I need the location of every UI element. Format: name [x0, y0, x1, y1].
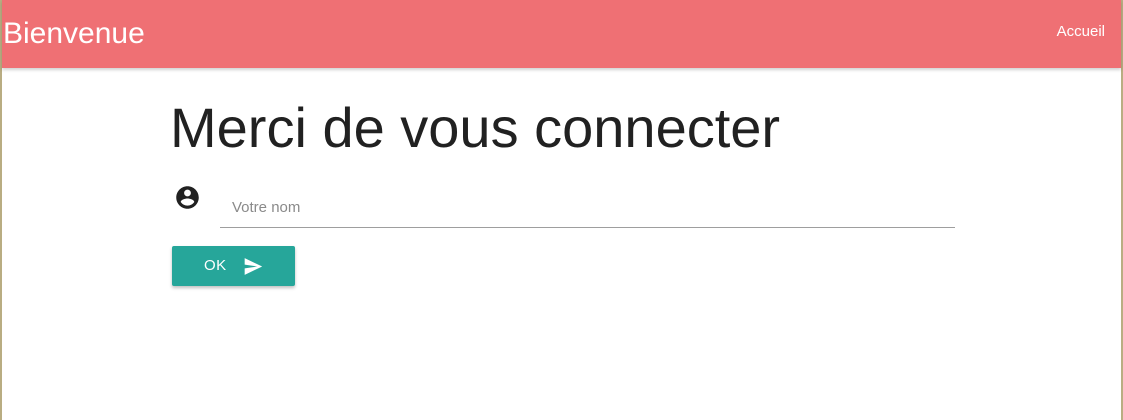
navbar: Bienvenue Accueil	[2, 0, 1121, 68]
ok-button-label: OK	[204, 257, 227, 274]
page-title: Merci de vous connecter	[170, 96, 781, 159]
nav-link-accueil[interactable]: Accueil	[1057, 22, 1105, 42]
account-circle-icon	[176, 186, 199, 209]
page-frame: Bienvenue Accueil Merci de vous connecte…	[0, 0, 1123, 420]
name-input[interactable]	[220, 188, 955, 228]
ok-button[interactable]: OK	[172, 246, 295, 286]
send-icon	[244, 258, 263, 275]
brand-logo[interactable]: Bienvenue	[3, 14, 145, 54]
